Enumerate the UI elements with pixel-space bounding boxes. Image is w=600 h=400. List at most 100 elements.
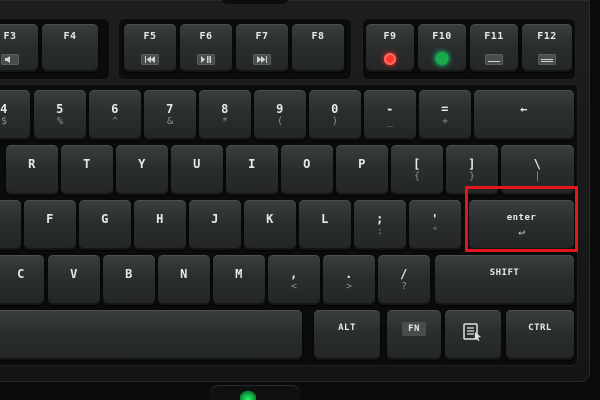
key-t[interactable]: T [61,145,113,195]
key-5[interactable]: 5% [34,90,86,140]
key-label: enter [506,213,537,223]
brand-logo-icon [240,390,256,400]
key-shift-label: ^ [111,116,119,127]
slash-key[interactable]: /? [378,255,430,305]
alt-key[interactable]: ALT [314,310,380,360]
key-label: SHIFT [489,268,520,278]
key-u[interactable]: U [171,145,223,195]
semicolon-key[interactable]: ;: [354,200,406,250]
f10-key[interactable]: F10 [418,24,466,72]
spacebar[interactable] [0,310,302,360]
key-f[interactable]: F [24,200,76,250]
key-n[interactable]: N [158,255,210,305]
key-label: 4 [0,102,8,116]
key-b[interactable]: B [103,255,155,305]
key-c[interactable]: C [0,255,44,305]
period-key[interactable]: . > [323,255,375,305]
key-shift-label: $ [0,116,8,127]
f6-key[interactable]: F6 [180,24,232,72]
f9-key[interactable]: F9 [366,24,414,72]
f12-key[interactable]: F12 [522,24,572,72]
key-4[interactable]: 4 $ [0,90,30,140]
key-shift-label: " [431,226,439,237]
key-l[interactable]: L [299,200,351,250]
key-shift-label: % [56,116,64,127]
key-label: F9 [383,31,397,42]
menu-key[interactable] [445,310,501,360]
key-label: [ [413,157,421,171]
f4-key[interactable]: F4 [42,24,98,72]
key-label: 9 [276,102,284,116]
key-label: F6 [199,31,213,42]
key-label: F5 [143,31,157,42]
enter-key[interactable]: enter ↵ [469,200,574,250]
backslash-key[interactable]: \ | [501,145,574,195]
key-label: Y [138,157,146,171]
f5-key[interactable]: F5 [124,24,176,72]
menu-icon [463,323,483,345]
key-label: C [17,267,25,281]
key-g[interactable]: G [79,200,131,250]
key-label: 0 [331,102,339,116]
left-bracket-key[interactable]: [{ [391,145,443,195]
key-0[interactable]: 0) [309,90,361,140]
crosshair-icon [435,52,449,65]
key-label: T [83,157,91,171]
key-label: F11 [484,31,504,42]
key-j[interactable]: J [189,200,241,250]
right-bracket-key[interactable]: ]} [446,145,498,195]
key-m[interactable]: M [213,255,265,305]
key-label: - [386,102,394,116]
quote-key[interactable]: ' " [409,200,461,250]
key-o[interactable]: O [281,145,333,195]
key-k[interactable]: K [244,200,296,250]
right-shift-key[interactable]: SHIFT [435,255,574,305]
previous-track-icon [141,54,159,65]
key-shift-label: _ [386,116,394,127]
f11-key[interactable]: F11 [470,24,518,72]
key-label: 8 [221,102,229,116]
key-v[interactable]: V [48,255,100,305]
key-d-partial[interactable] [0,200,21,250]
key-label: K [266,212,274,226]
key-label: \ [533,157,542,171]
key-label: L [321,212,329,226]
key-9[interactable]: 9( [254,90,306,140]
key-p[interactable]: P [336,145,388,195]
key-label: P [358,157,366,171]
f8-key[interactable]: F8 [292,24,344,72]
brightness-down-icon [485,54,503,65]
backspace-key[interactable]: ← [474,90,574,140]
keyboard-top-notch [222,0,288,4]
ctrl-key[interactable]: CTRL [506,310,574,360]
key-shift-label: ( [276,116,284,127]
comma-key[interactable]: , < [268,255,320,305]
play-pause-icon [197,54,215,65]
brightness-up-icon [538,54,556,65]
key-7[interactable]: 7 & [144,90,196,140]
key-6[interactable]: 6 ^ [89,90,141,140]
key-label: F7 [255,31,269,42]
enter-arrow-icon: ↵ [518,225,525,238]
key-label: U [193,157,201,171]
key-8[interactable]: 8 * [199,90,251,140]
key-shift-label: & [166,116,174,127]
key-label: CTRL [528,323,552,333]
key-label: H [156,212,164,226]
key-label: , [290,267,298,281]
key-h[interactable]: H [134,200,186,250]
key-shift-label: * [221,116,229,127]
key-y[interactable]: Y [116,145,168,195]
f3-key[interactable]: F3 [0,24,38,72]
key-r[interactable]: R [6,145,58,195]
key-label: V [70,267,78,281]
key-i[interactable]: I [226,145,278,195]
fn-key[interactable]: FN [387,310,441,360]
minus-key[interactable]: - _ [364,90,416,140]
equals-key[interactable]: = + [419,90,471,140]
key-label: F12 [537,31,557,42]
key-label: F3 [3,31,17,42]
key-shift-label: } [468,171,476,182]
f7-key[interactable]: F7 [236,24,288,72]
key-shift-label: > [345,281,353,292]
